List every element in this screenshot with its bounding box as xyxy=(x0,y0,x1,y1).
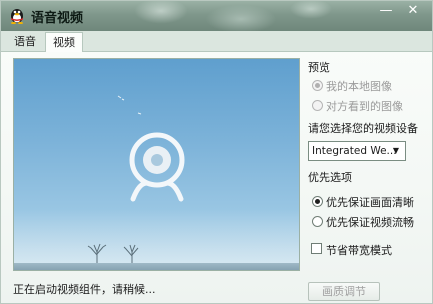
tab-video[interactable]: 视频 xyxy=(45,32,83,52)
window-title: 语音视频 xyxy=(31,11,84,26)
radio-smooth[interactable] xyxy=(312,216,323,227)
status-text: 正在启动视频组件，请稍候... xyxy=(13,283,156,296)
voice-video-window: 语音视频 — ✕ 语音 视频 预览 我的本地图像 对方看到的图像 请您选择您的视… xyxy=(0,0,433,304)
quality-adjust-button[interactable]: 画质调节 xyxy=(308,282,380,301)
preview-heading: 预览 xyxy=(308,61,330,74)
radio-remote-image-label: 对方看到的图像 xyxy=(326,100,403,113)
radio-remote-image[interactable] xyxy=(312,100,323,111)
webcam-icon xyxy=(129,132,185,202)
device-heading: 请您选择您的视频设备 xyxy=(308,122,418,135)
qq-penguin-icon xyxy=(11,9,23,24)
video-preview-scene xyxy=(14,95,299,270)
video-device-value: Integrated We... xyxy=(312,145,397,157)
title-bar[interactable]: 语音视频 — ✕ xyxy=(1,1,432,31)
close-button[interactable]: ✕ xyxy=(402,3,424,19)
radio-selected-dot xyxy=(315,199,320,204)
priority-heading: 优先选项 xyxy=(308,171,352,184)
bandwidth-saving-label[interactable]: 节省带宽模式 xyxy=(326,242,392,258)
radio-clarity[interactable] xyxy=(312,196,323,207)
video-preview xyxy=(13,58,300,271)
chevron-down-icon[interactable]: ▼ xyxy=(389,144,403,158)
radio-local-image-label: 我的本地图像 xyxy=(326,80,392,93)
video-device-select[interactable]: Integrated We... ▼ xyxy=(308,141,406,161)
tab-voice[interactable]: 语音 xyxy=(7,32,43,51)
bird-streak xyxy=(117,95,125,101)
radio-clarity-label[interactable]: 优先保证画面清晰 xyxy=(326,194,414,210)
tab-bar: 语音 视频 xyxy=(1,31,432,52)
bandwidth-saving-checkbox[interactable] xyxy=(311,243,322,254)
bird-streak xyxy=(137,112,142,115)
radio-local-image[interactable] xyxy=(312,80,323,91)
minimize-button[interactable]: — xyxy=(375,3,397,19)
radio-selected-dot xyxy=(315,83,320,88)
radio-smooth-label[interactable]: 优先保证视频流畅 xyxy=(326,214,414,230)
title-bar-decoration xyxy=(121,1,341,31)
